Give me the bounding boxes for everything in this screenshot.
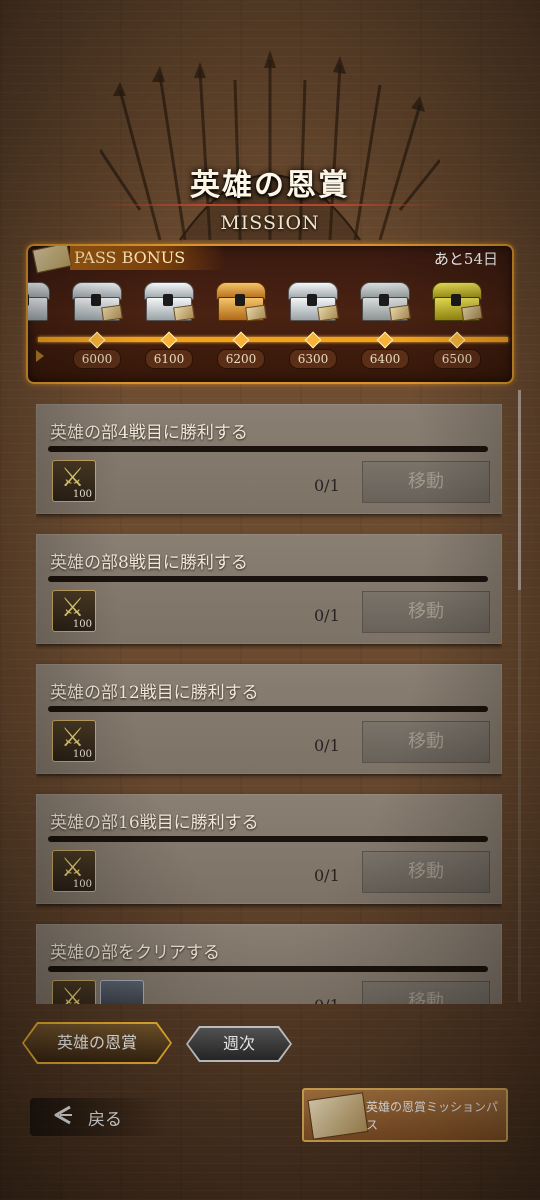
reward-quantity: 100 (72, 879, 92, 890)
milestone-node (304, 331, 322, 349)
mission-progress: 0/1 (314, 476, 340, 495)
mission-card: 英雄の部4戦目に勝利する ⚔ 100 0/1 移動 (36, 404, 502, 514)
pass-bonus-panel: PASS BONUS あと54日 6000 6100 6200 6300 640… (26, 244, 514, 384)
crossed-swords-icon: ⚔ (61, 463, 85, 493)
chest-icon[interactable] (28, 282, 50, 322)
chest-icon[interactable] (288, 282, 339, 322)
crystal-reward-icon[interactable] (100, 980, 144, 1004)
mission-card: 英雄の部8戦目に勝利する ⚔ 100 0/1 移動 (36, 534, 502, 644)
mission-progress-bar (48, 446, 488, 452)
milestone-node (160, 331, 178, 349)
mission-progress-bar (48, 836, 488, 842)
reward-quantity: 100 (72, 749, 92, 760)
move-button[interactable]: 移動 (362, 981, 490, 1004)
mission-progress: 0/1 (314, 736, 340, 755)
pass-ticket-icon (307, 1092, 369, 1140)
days-remaining: あと54日 (433, 250, 498, 268)
milestone-node (376, 331, 394, 349)
milestone-label: 6100 (145, 349, 193, 369)
mission-title: 英雄の部16戦目に勝利する (50, 813, 259, 833)
scrollbar-thumb[interactable] (518, 390, 521, 590)
title-divider (90, 204, 450, 206)
mission-progress-bar (48, 966, 488, 972)
move-button[interactable]: 移動 (362, 591, 490, 633)
pass-bonus-label: PASS BONUS (70, 246, 226, 270)
mission-title: 英雄の部8戦目に勝利する (50, 553, 248, 573)
mission-title: 英雄の部12戦目に勝利する (50, 683, 259, 703)
reward-quantity: 100 (72, 619, 92, 630)
chest-icon[interactable] (144, 282, 195, 322)
list-scrollbar[interactable] (518, 390, 521, 1002)
move-button[interactable]: 移動 (362, 461, 490, 503)
page-title: 英雄の恩賞 (190, 168, 350, 203)
track-arrow-icon (36, 350, 44, 362)
mission-list[interactable]: 英雄の部4戦目に勝利する ⚔ 100 0/1 移動 英雄の部8戦目に勝利する ⚔… (36, 404, 502, 1004)
reward-item[interactable]: ⚔ 100 (52, 590, 96, 632)
mission-pass-label: 英雄の恩賞ミッションパス (366, 1100, 499, 1132)
crossed-swords-icon: ⚔ (61, 723, 85, 753)
page-subtitle: MISSION (220, 212, 320, 234)
back-label: 戻る (88, 1110, 122, 1130)
move-button[interactable]: 移動 (362, 721, 490, 763)
milestone-label: 6500 (433, 349, 481, 369)
ticket-icon (31, 246, 73, 274)
crossed-swords-icon: ⚔ (61, 593, 85, 623)
milestone-node (232, 331, 250, 349)
milestone-node (88, 331, 106, 349)
milestone-label: 6400 (361, 349, 409, 369)
chest-icon[interactable] (216, 282, 267, 322)
crossed-swords-icon: ⚔ (61, 983, 85, 1004)
progress-track (38, 337, 508, 342)
chest-icon[interactable] (360, 282, 411, 322)
back-arrow-icon (54, 1105, 72, 1125)
move-button[interactable]: 移動 (362, 851, 490, 893)
mission-title: 英雄の部4戦目に勝利する (50, 423, 248, 443)
mission-card: 英雄の部をクリアする ⚔ 0/1 移動 (36, 924, 502, 1004)
mission-pass-button[interactable]: 英雄の恩賞ミッションパス (302, 1088, 508, 1142)
chest-icon[interactable] (72, 282, 123, 322)
crossed-swords-icon: ⚔ (61, 853, 85, 883)
mission-progress: 0/1 (314, 996, 340, 1004)
reward-chests (28, 282, 512, 332)
mission-title: 英雄の部をクリアする (50, 943, 220, 963)
milestone-node (448, 331, 466, 349)
reward-item[interactable]: ⚔ 100 (52, 850, 96, 892)
milestone-label: 6200 (217, 349, 265, 369)
reward-item[interactable]: ⚔ 100 (52, 720, 96, 762)
milestone-label: 6300 (289, 349, 337, 369)
tab-weekly[interactable]: 週次 (188, 1028, 290, 1060)
reward-item[interactable]: ⚔ (52, 980, 96, 1004)
reward-item[interactable]: ⚔ 100 (52, 460, 96, 502)
mission-progress: 0/1 (314, 606, 340, 625)
milestone-label: 6000 (73, 349, 121, 369)
mission-progress-bar (48, 706, 488, 712)
mission-progress-bar (48, 576, 488, 582)
tab-hero-reward[interactable]: 英雄の恩賞 (24, 1024, 170, 1062)
chest-icon[interactable] (432, 282, 483, 322)
mission-progress: 0/1 (314, 866, 340, 885)
back-button[interactable]: 戻る (30, 1098, 170, 1136)
mission-card: 英雄の部12戦目に勝利する ⚔ 100 0/1 移動 (36, 664, 502, 774)
reward-quantity: 100 (72, 489, 92, 500)
mission-card: 英雄の部16戦目に勝利する ⚔ 100 0/1 移動 (36, 794, 502, 904)
